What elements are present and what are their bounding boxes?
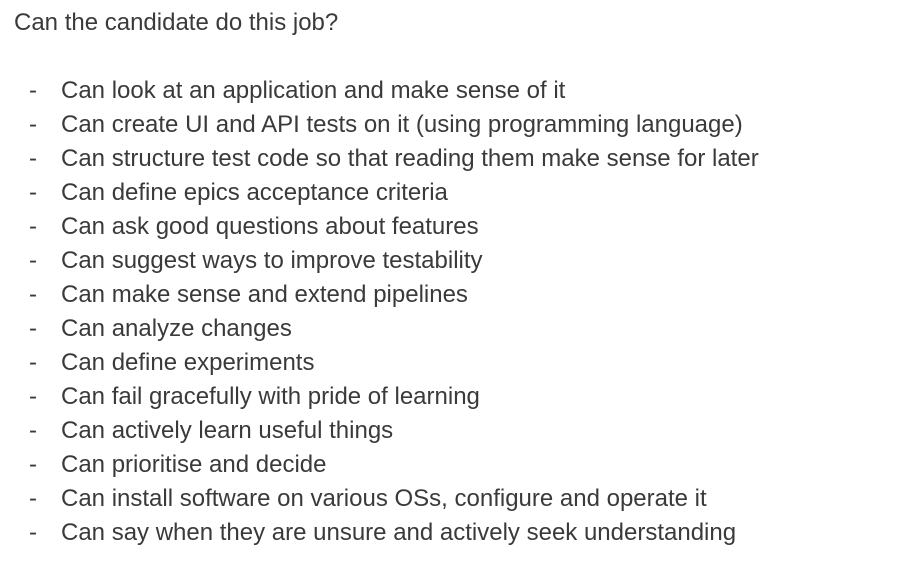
bullet-dash: -: [29, 77, 37, 104]
list-item: - Can suggest ways to improve testability: [14, 244, 894, 278]
list-item-text: Can define experiments: [61, 349, 315, 376]
list-item: - Can prioritise and decide: [14, 448, 894, 482]
list-item: - Can structure test code so that reading…: [14, 142, 894, 176]
bullet-dash: -: [29, 349, 37, 376]
bullet-dash: -: [29, 179, 37, 206]
list-item: - Can ask good questions about features: [14, 210, 894, 244]
list-item: - Can analyze changes: [14, 312, 894, 346]
bullet-dash: -: [29, 281, 37, 308]
list-item: - Can actively learn useful things: [14, 414, 894, 448]
list-item-text: Can define epics acceptance criteria: [61, 179, 448, 206]
list-item-text: Can suggest ways to improve testability: [61, 247, 483, 274]
list-item-text: Can fail gracefully with pride of learni…: [61, 383, 480, 410]
bullet-dash: -: [29, 519, 37, 546]
list-item: - Can create UI and API tests on it (usin…: [14, 108, 894, 142]
list-item-text: Can analyze changes: [61, 315, 292, 342]
bullet-dash: -: [29, 451, 37, 478]
list-item-text: Can install software on various OSs, con…: [61, 485, 707, 512]
list-item: - Can fail gracefully with pride of learn…: [14, 380, 894, 414]
document-heading: Can the candidate do this job?: [14, 9, 339, 36]
bullet-dash: -: [29, 315, 37, 342]
bullet-dash: -: [29, 213, 37, 240]
bullet-dash: -: [29, 485, 37, 512]
list-item: - Can make sense and extend pipelines: [14, 278, 894, 312]
document-body: Can the candidate do this job? - Can look…: [14, 6, 894, 550]
list-item: - Can define experiments: [14, 346, 894, 380]
list-item-text: Can say when they are unsure and activel…: [61, 519, 737, 546]
list-item-text: Can create UI and API tests on it (using…: [61, 111, 743, 138]
bullet-dash: -: [29, 247, 37, 274]
list-item-text: Can prioritise and decide: [61, 451, 327, 478]
bullet-dash: -: [29, 417, 37, 444]
bullet-dash: -: [29, 111, 37, 138]
list-item-text: Can structure test code so that reading …: [61, 145, 759, 172]
list-item-text: Can look at an application and make sens…: [61, 77, 566, 104]
list-item: - Can say when they are unsure and active…: [14, 516, 894, 550]
criteria-list: - Can look at an application and make sen…: [14, 74, 894, 550]
list-item-text: Can ask good questions about features: [61, 213, 479, 240]
bullet-dash: -: [29, 145, 37, 172]
list-item: - Can define epics acceptance criteria: [14, 176, 894, 210]
list-item-text: Can actively learn useful things: [61, 417, 394, 444]
list-item: - Can install software on various OSs, co…: [14, 482, 894, 516]
bullet-dash: -: [29, 383, 37, 410]
list-item-text: Can make sense and extend pipelines: [61, 281, 468, 308]
list-item: - Can look at an application and make sen…: [14, 74, 894, 108]
